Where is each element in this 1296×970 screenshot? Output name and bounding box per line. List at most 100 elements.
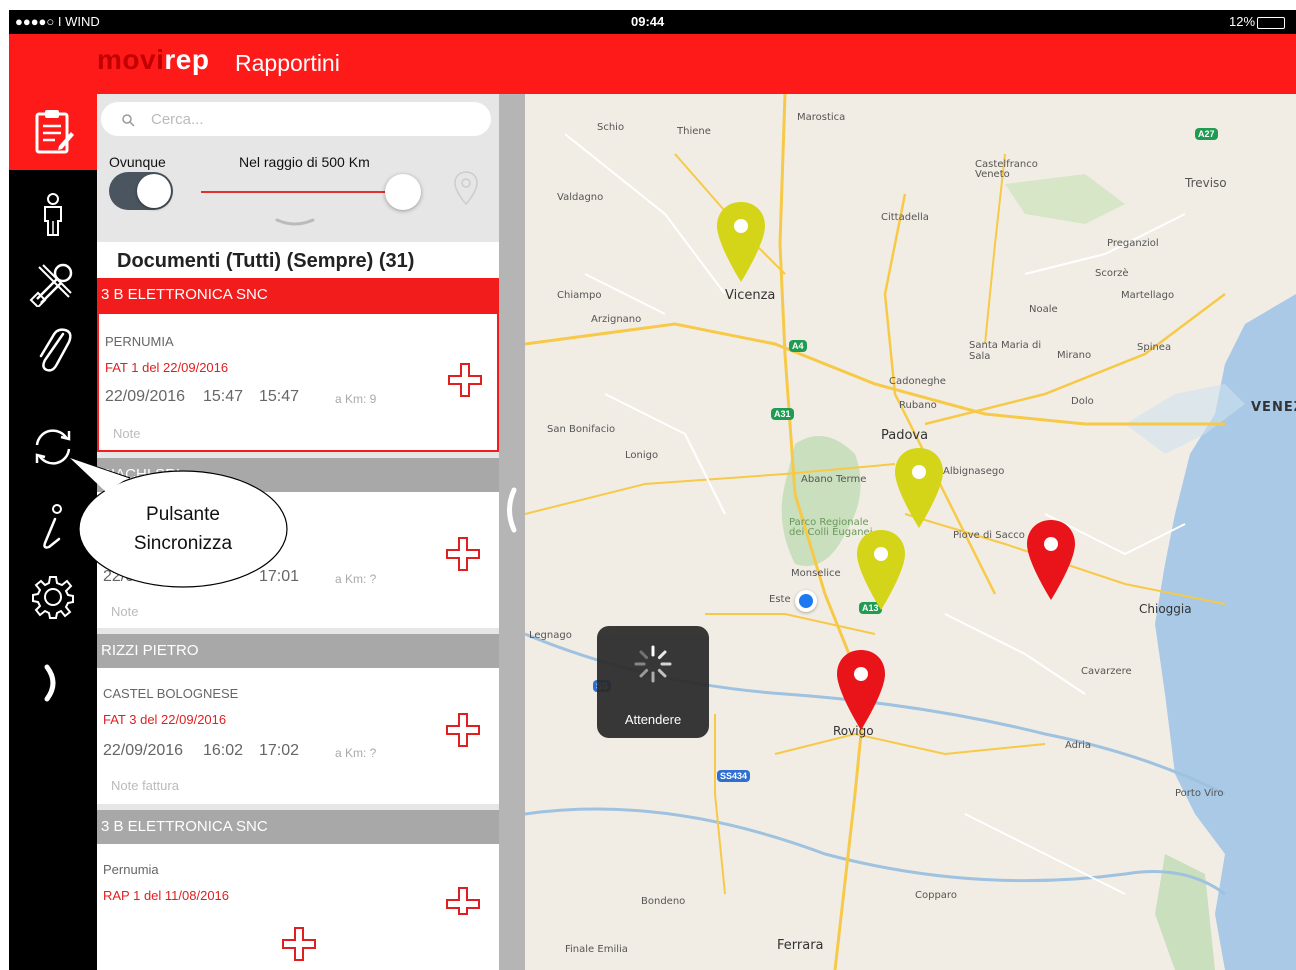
map-view[interactable]: Schio Thiene Marostica Castelfranco Vene… xyxy=(525,94,1296,970)
map-place-label: Santa Maria di Sala xyxy=(969,340,1042,362)
map-pin-red[interactable] xyxy=(1025,518,1077,602)
map-place-label: Marostica xyxy=(797,112,846,123)
customer-group-header[interactable]: 3 B ELETTRONICA SNC xyxy=(97,810,499,844)
search-icon xyxy=(122,114,135,127)
battery-icon xyxy=(1257,17,1285,29)
map-pin-yellow[interactable] xyxy=(855,528,907,612)
map-place-label: Copparo xyxy=(915,890,957,901)
item-note: Note fattura xyxy=(111,778,179,793)
item-doc-ref: FAT 1 del 22/09/2016 xyxy=(105,360,229,375)
map-pin-yellow[interactable] xyxy=(893,446,945,530)
map-place-label: Treviso xyxy=(1185,176,1227,190)
sidebar-item-attachments[interactable] xyxy=(9,316,97,382)
map-pin-red[interactable] xyxy=(835,648,887,732)
map-place-label: Martellago xyxy=(1121,290,1175,301)
item-date: 22/09/2016 xyxy=(105,388,186,405)
map-place-label: Legnago xyxy=(529,630,572,641)
radius-slider-track[interactable] xyxy=(201,191,401,193)
map-pin-yellow[interactable] xyxy=(715,200,767,284)
map-place-label: Lonigo xyxy=(625,450,659,461)
attachment-icon xyxy=(39,328,72,372)
spinner-icon xyxy=(634,645,672,683)
search-bar[interactable]: Cerca... xyxy=(101,102,491,136)
current-location-dot xyxy=(795,590,817,612)
map-place-label: Spinea xyxy=(1137,342,1172,353)
scope-toggle[interactable] xyxy=(109,172,173,210)
toggle-knob xyxy=(137,174,171,208)
map-place-label: Preganziol xyxy=(1107,238,1159,249)
item-start-time: 15:47 xyxy=(203,388,244,405)
radius-label: Nel raggio di 500 Km xyxy=(239,154,370,170)
item-distance: a Km: 9 xyxy=(335,392,377,406)
collapse-handle-icon[interactable] xyxy=(275,218,315,228)
map-place-label: Chiampo xyxy=(557,290,602,301)
loading-overlay: Attendere xyxy=(597,626,709,738)
app-header: movirep Rapportini xyxy=(9,34,1296,94)
clock: 09:44 xyxy=(631,14,665,29)
map-place-label: Finale Emilia xyxy=(565,944,628,955)
add-icon[interactable] xyxy=(445,886,481,916)
map-place-label: Cavarzere xyxy=(1081,666,1132,677)
customer-group-header[interactable]: 3 B ELETTRONICA SNC xyxy=(97,278,499,312)
item-doc-ref: RAP 1 del 11/08/2016 xyxy=(103,888,230,903)
map-place-label: Dolo xyxy=(1071,396,1094,407)
list-item[interactable]: PERNUMIA FAT 1 del 22/09/2016 22/09/2016… xyxy=(97,312,499,452)
map-place-label: Valdagno xyxy=(557,192,604,203)
status-bar: ●●●●○ I WIND 09:44 12% xyxy=(9,10,1296,34)
battery-percent: 12% xyxy=(1229,14,1256,29)
map-canvas xyxy=(525,94,1296,970)
map-city-label: Padova xyxy=(881,428,929,443)
search-input[interactable]: Cerca... xyxy=(151,111,204,128)
add-icon[interactable] xyxy=(281,926,317,962)
app-logo: movirep xyxy=(97,44,210,75)
list-item[interactable]: CASTEL BOLOGNESE FAT 3 del 22/09/2016 22… xyxy=(97,668,499,804)
map-place-label: Thiene xyxy=(677,126,711,137)
item-date: 22/09/2016 xyxy=(103,742,184,759)
map-place-label: Abano Terme xyxy=(801,474,867,485)
add-icon[interactable] xyxy=(445,536,481,572)
page-title: Rapportini xyxy=(235,50,340,76)
callout-line-1: Pulsante xyxy=(146,504,220,525)
map-place-label: Rubano xyxy=(899,400,937,411)
list-item[interactable]: Pernumia RAP 1 del 11/08/2016 xyxy=(97,844,499,970)
sidebar-item-customers[interactable] xyxy=(9,182,97,248)
item-start-time: 16:02 xyxy=(203,742,244,759)
item-note: Note xyxy=(111,604,139,619)
map-place-label: Piove di Sacco xyxy=(953,530,1025,541)
customer-group-header[interactable]: RIZZI PIETRO xyxy=(97,634,499,668)
item-distance: a Km: ? xyxy=(335,746,377,760)
sidebar-item-tools[interactable] xyxy=(9,250,97,316)
radius-slider-thumb[interactable] xyxy=(385,174,421,210)
map-city-label: VENEZIA xyxy=(1251,400,1296,415)
map-city-label: Chioggia xyxy=(1139,602,1192,616)
map-place-label: San Bonifacio xyxy=(547,424,616,435)
tools-icon xyxy=(29,263,73,307)
map-place-label: Scorzè xyxy=(1095,268,1129,279)
sidebar-expand-button[interactable] xyxy=(9,650,97,716)
map-place-label: Porto Viro xyxy=(1175,788,1224,799)
sidebar-item-reports[interactable] xyxy=(9,94,97,170)
map-place-label: Albignasego xyxy=(943,466,1005,477)
map-place-label: Monselice xyxy=(791,568,841,579)
map-place-label: Cittadella xyxy=(881,212,929,223)
map-place-label: Cadoneghe xyxy=(889,376,946,387)
map-city-label: Vicenza xyxy=(725,288,776,303)
item-doc-ref: FAT 3 del 22/09/2016 xyxy=(103,712,227,727)
callout-annotation: Pulsante Sincronizza xyxy=(69,457,288,588)
info-icon xyxy=(43,504,62,549)
person-icon xyxy=(44,193,62,236)
reports-icon xyxy=(35,110,74,154)
collapse-arrow-icon[interactable] xyxy=(503,486,517,534)
add-icon[interactable] xyxy=(445,712,481,748)
road-badge: SS434 xyxy=(717,770,751,782)
list-title: Documenti (Tutti) (Sempre) (31) xyxy=(97,242,499,278)
add-icon[interactable] xyxy=(447,362,483,398)
loading-text: Attendere xyxy=(624,712,682,727)
map-place-label: Bondeno xyxy=(641,896,686,907)
item-distance: a Km: ? xyxy=(335,572,377,586)
map-place-label: Mirano xyxy=(1057,350,1092,361)
panel-divider[interactable] xyxy=(499,94,525,970)
location-pin-icon[interactable] xyxy=(453,170,479,206)
map-place-label: Noale xyxy=(1029,304,1058,315)
map-place-label: Schio xyxy=(597,122,625,133)
